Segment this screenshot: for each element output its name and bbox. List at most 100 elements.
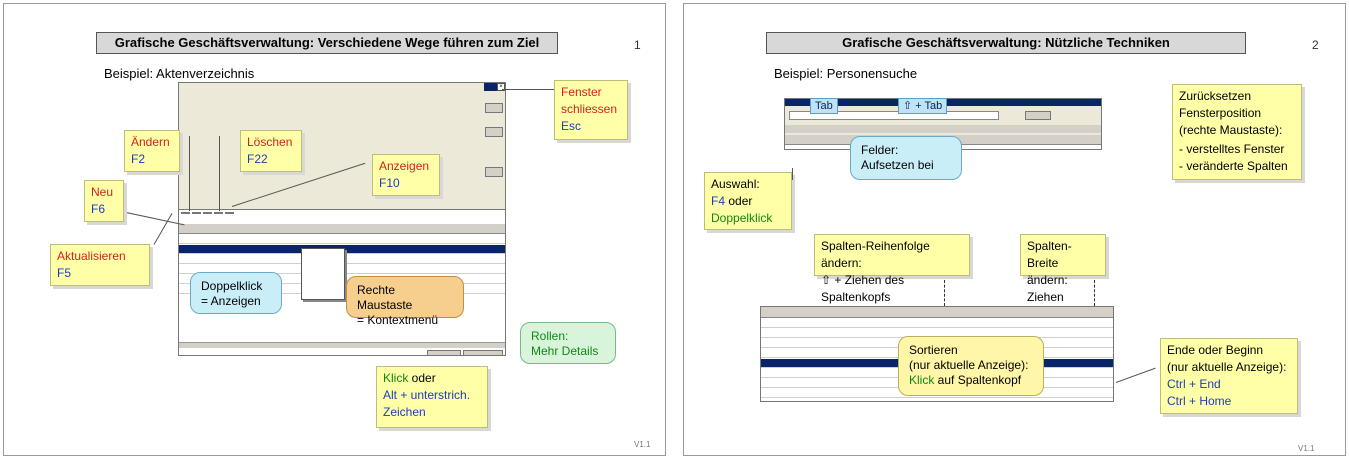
bubble-text: Rollen: [531, 329, 569, 343]
horizontal-scrollbar[interactable] [179, 342, 505, 348]
bubble-text: Rechte Maustaste [357, 283, 413, 312]
note-action: Neu [91, 185, 114, 199]
note-text: Ende oder Beginn [1167, 343, 1264, 357]
slide-subtitle: Beispiel: Personensuche [774, 66, 918, 81]
note-key: F10 [379, 176, 400, 190]
connector-line [1115, 367, 1156, 383]
side-button[interactable] [485, 127, 503, 137]
note-action: Fenster [561, 85, 602, 99]
refresh-icon[interactable] [181, 212, 190, 214]
bubble-text: = Anzeigen [201, 294, 261, 308]
arrow-line [1094, 280, 1095, 306]
page-number: 2 [1312, 38, 1319, 52]
note-key: Esc [561, 119, 582, 133]
table-row[interactable] [179, 235, 505, 244]
note-key: Ctrl + End [1167, 377, 1221, 391]
note-fenster-schliessen: Fenster schliessen Esc [554, 80, 628, 140]
note-key: Alt + unterstrich. [383, 388, 471, 402]
note-action: schliessen [561, 102, 618, 116]
note-text: - verstelltes Fenster [1179, 142, 1285, 156]
f4-key: F4 [711, 194, 726, 208]
note-spalten-breite: Spalten-Breite ändern: Ziehen [1020, 234, 1106, 304]
note-text: Spalten-Reihenfolge ändern: [821, 239, 930, 270]
version-label: V1.1 [634, 440, 651, 449]
note-text: (nur aktuelle Anzeige): [1167, 360, 1287, 374]
connector-line [189, 136, 190, 211]
table-header[interactable] [761, 307, 1113, 318]
arrow-line [944, 280, 945, 306]
note-action: Anzeigen [379, 159, 430, 173]
note-action: Ändern [131, 135, 170, 149]
bubble-text: Doppelklick [201, 279, 263, 293]
note-key: F6 [91, 202, 106, 216]
suchen-button[interactable] [1025, 111, 1051, 120]
note-aktualisieren: Aktualisieren F5 [50, 244, 150, 286]
note-klick: Klick oder Alt + unterstrich. Zeichen [376, 366, 488, 428]
bubble-text: auf Spaltenkopf [934, 373, 1022, 387]
connector-line [219, 136, 220, 211]
connector-line [502, 89, 554, 90]
klick-label: Klick [909, 373, 935, 387]
note-key: Zeichen [383, 405, 426, 419]
schliessen-button[interactable] [427, 350, 461, 355]
bubble-rechte-maustaste: Rechte Maustaste = Kontextmenü [346, 276, 464, 327]
version-label: V1.1 [1298, 444, 1315, 453]
edit-icon[interactable] [203, 212, 212, 214]
bubble-text: = Kontextmenü [357, 313, 439, 327]
bubble-felder: Felder: Aufsetzen bei [850, 136, 962, 180]
note-text: Fensterposition [1179, 106, 1262, 120]
connector-line [792, 168, 793, 180]
tab-key-label: Tab [810, 98, 838, 114]
bubble-doppelklick: Doppelklick = Anzeigen [190, 272, 282, 314]
bubble-text: Felder: [861, 143, 899, 157]
shift-tab-key-label: ⇧ + Tab [898, 98, 948, 114]
toolbar [181, 212, 241, 222]
note-aendern: Ändern F2 [124, 130, 180, 172]
side-button[interactable] [485, 103, 503, 113]
note-key: F2 [131, 152, 146, 166]
note-action: Aktualisieren [57, 249, 126, 263]
slide-1: Grafische Geschäftsverwaltung: Verschied… [3, 3, 666, 456]
note-text: (rechte Maustaste): [1179, 123, 1283, 137]
klick-label: Klick [383, 371, 409, 385]
note-spalten-reihenfolge: Spalten-Reihenfolge ändern: ⇧ + Ziehen d… [814, 234, 970, 304]
bubble-sortieren: Sortieren (nur aktuelle Anzeige): Klick … [898, 336, 1044, 396]
page-number: 1 [634, 38, 641, 52]
view-icon[interactable] [225, 212, 234, 214]
doppelklick-label: Doppelklick [711, 211, 773, 225]
note-key: F22 [247, 152, 268, 166]
note-key: Ctrl + Home [1167, 394, 1232, 408]
note-ende-beginn: Ende oder Beginn (nur aktuelle Anzeige):… [1160, 338, 1298, 414]
note-text: - veränderte Spalten [1179, 159, 1288, 173]
note-action: Löschen [247, 135, 293, 149]
note-key: F5 [57, 266, 72, 280]
delete-icon[interactable] [214, 212, 223, 214]
side-button[interactable] [485, 167, 503, 177]
bubble-text: Mehr Details [531, 344, 599, 358]
oder-label: oder [408, 371, 436, 385]
note-auswahl: Auswahl: F4 oder Doppelklick [704, 172, 792, 230]
slide-title: Grafische Geschäftsverwaltung: Verschied… [96, 32, 558, 54]
context-menu[interactable] [301, 248, 345, 300]
table-row[interactable] [761, 319, 1113, 328]
bubble-text: Sortieren [909, 343, 958, 357]
note-text: Zurücksetzen [1179, 89, 1252, 103]
slide-subtitle: Beispiel: Aktenverzeichnis [104, 66, 255, 81]
toolbar [785, 125, 1101, 133]
slide-title: Grafische Geschäftsverwaltung: Nützliche… [766, 32, 1246, 54]
note-neu: Neu F6 [84, 180, 124, 222]
slide-2: Grafische Geschäftsverwaltung: Nützliche… [683, 3, 1346, 456]
details-button[interactable] [463, 350, 503, 355]
note-text: ⇧ + Ziehen des Spaltenkopfs [821, 273, 905, 304]
bubble-rollen: Rollen: Mehr Details [520, 322, 616, 364]
note-loeschen: Löschen F22 [240, 130, 302, 172]
bubble-text: (nur aktuelle Anzeige): [909, 358, 1029, 372]
note-anzeigen: Anzeigen F10 [372, 154, 440, 196]
note-text: Auswahl: [711, 177, 760, 191]
note-text: ändern: Ziehen [1027, 273, 1068, 304]
oder-label: oder [725, 194, 753, 208]
new-icon[interactable] [192, 212, 201, 214]
bubble-text: Aufsetzen bei [861, 158, 934, 172]
table-header[interactable] [179, 224, 505, 234]
note-text: Spalten-Breite [1027, 239, 1072, 270]
